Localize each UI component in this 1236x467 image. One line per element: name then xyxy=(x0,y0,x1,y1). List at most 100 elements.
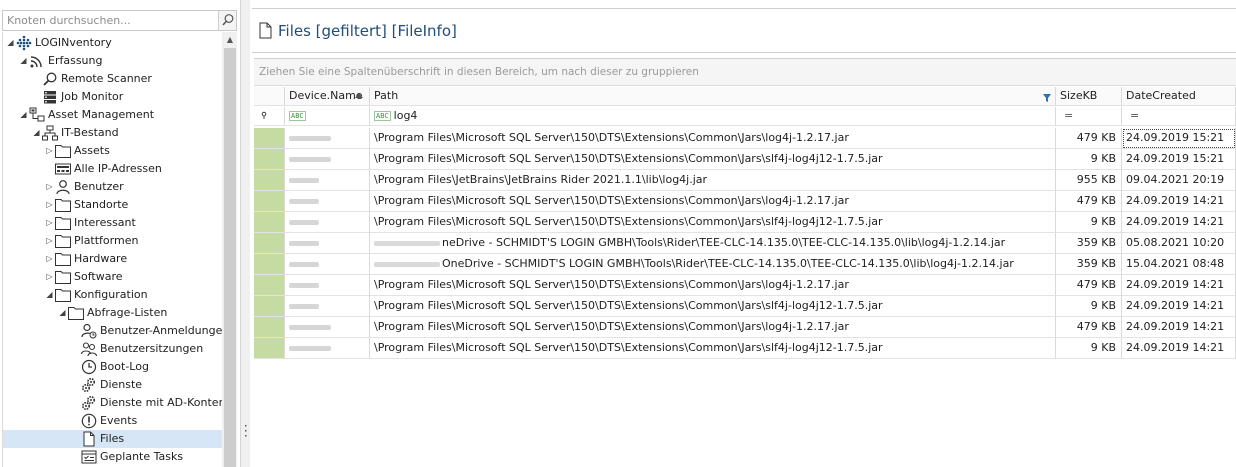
size-cell[interactable]: 9 KB xyxy=(1056,338,1122,359)
tree-node-konfiguration[interactable]: ◢ Konfiguration xyxy=(3,286,222,304)
device-name-cell-redacted[interactable] xyxy=(285,275,370,296)
tree-node-dienste[interactable]: Dienste xyxy=(3,376,222,394)
date-created-cell[interactable]: 09.04.2021 20:19 xyxy=(1122,170,1236,191)
tree-node-boot-log[interactable]: Boot-Log xyxy=(3,358,222,376)
table-row[interactable]: neDrive - SCHMIDT'S LOGIN GMBH\Tools\Rid… xyxy=(254,233,1236,254)
collapsed-arrow-icon[interactable]: ▷ xyxy=(45,250,54,268)
column-header-path[interactable]: Path xyxy=(370,87,1056,106)
date-created-cell[interactable]: 24.09.2019 14:21 xyxy=(1122,338,1236,359)
tree-node-files[interactable]: Files xyxy=(3,430,222,448)
path-cell[interactable]: neDrive - SCHMIDT'S LOGIN GMBH\Tools\Rid… xyxy=(370,233,1056,254)
tree-node-hardware[interactable]: ▷ Hardware xyxy=(3,250,222,268)
path-cell[interactable]: \Program Files\Microsoft SQL Server\150\… xyxy=(370,191,1056,212)
collapsed-arrow-icon[interactable]: ▷ xyxy=(45,268,54,286)
path-cell[interactable]: OneDrive - SCHMIDT'S LOGIN GMBH\Tools\Ri… xyxy=(370,254,1056,275)
path-cell[interactable]: \Program Files\JetBrains\JetBrains Rider… xyxy=(370,170,1056,191)
table-row[interactable]: \Program Files\Microsoft SQL Server\150\… xyxy=(254,275,1236,296)
filter-cell-date[interactable]: = xyxy=(1122,107,1236,126)
tree-node-asset-management[interactable]: ◢ Asset Management xyxy=(3,106,222,124)
expanded-arrow-icon[interactable]: ◢ xyxy=(58,304,67,322)
tree-node-interessant[interactable]: ▷ Interessant xyxy=(3,214,222,232)
size-cell[interactable]: 479 KB xyxy=(1056,275,1122,296)
table-row[interactable]: \Program Files\JetBrains\JetBrains Rider… xyxy=(254,170,1236,191)
path-cell[interactable]: \Program Files\Microsoft SQL Server\150\… xyxy=(370,338,1056,359)
filter-cell-device[interactable]: ABC xyxy=(285,107,370,126)
collapsed-arrow-icon[interactable]: ▷ xyxy=(45,142,54,160)
date-created-cell[interactable]: 15.04.2021 08:48 xyxy=(1122,254,1236,275)
date-created-cell[interactable]: 24.09.2019 15:21 xyxy=(1122,149,1236,170)
date-created-cell[interactable]: 24.09.2019 14:21 xyxy=(1122,191,1236,212)
tree-node-software[interactable]: ▷ Software xyxy=(3,268,222,286)
collapsed-arrow-icon[interactable]: ▷ xyxy=(45,232,54,250)
scroll-up-icon[interactable]: ▲ xyxy=(222,34,237,46)
device-name-cell-redacted[interactable] xyxy=(285,338,370,359)
table-row[interactable]: \Program Files\Microsoft SQL Server\150\… xyxy=(254,191,1236,212)
size-cell[interactable]: 359 KB xyxy=(1056,233,1122,254)
column-header-date[interactable]: DateCreated xyxy=(1122,87,1236,106)
table-row[interactable]: \Program Files\Microsoft SQL Server\150\… xyxy=(254,338,1236,359)
table-row[interactable]: \Program Files\Microsoft SQL Server\150\… xyxy=(254,149,1236,170)
column-header-size[interactable]: SizeKB xyxy=(1056,87,1122,106)
pane-splitter[interactable] xyxy=(240,0,250,467)
tree-node-benutzer-anmeldungen[interactable]: Benutzer-Anmeldungen xyxy=(3,322,229,340)
tree-node-benutzersitzungen[interactable]: Benutzersitzungen xyxy=(3,340,222,358)
expanded-arrow-icon[interactable]: ◢ xyxy=(32,124,41,142)
filter-cell-size[interactable]: = xyxy=(1056,107,1122,126)
device-name-cell-redacted[interactable] xyxy=(285,212,370,233)
tree-node-it-bestand[interactable]: ◢ IT-Bestand xyxy=(3,124,222,142)
device-name-cell-redacted[interactable] xyxy=(285,149,370,170)
expanded-arrow-icon[interactable]: ◢ xyxy=(6,34,15,52)
tree-node-standorte[interactable]: ▷ Standorte xyxy=(3,196,222,214)
size-cell[interactable]: 955 KB xyxy=(1056,170,1122,191)
date-created-cell[interactable]: 24.09.2019 14:21 xyxy=(1122,296,1236,317)
tree-node-loginventory[interactable]: ◢ LOGINventory xyxy=(3,34,222,52)
date-created-cell[interactable]: 24.09.2019 14:21 xyxy=(1122,317,1236,338)
device-name-cell-redacted[interactable] xyxy=(285,296,370,317)
path-cell[interactable]: \Program Files\Microsoft SQL Server\150\… xyxy=(370,212,1056,233)
tree-node-plattformen[interactable]: ▷ Plattformen xyxy=(3,232,222,250)
filter-cell-path[interactable]: ABC log4 xyxy=(370,107,1056,126)
tree-node-abfrage-listen[interactable]: ◢ Abfrage-Listen xyxy=(3,304,222,322)
table-row[interactable]: \Program Files\Microsoft SQL Server\150\… xyxy=(254,296,1236,317)
path-cell[interactable]: \Program Files\Microsoft SQL Server\150\… xyxy=(370,296,1056,317)
path-cell[interactable]: \Program Files\Microsoft SQL Server\150\… xyxy=(370,317,1056,338)
tree-node-assets[interactable]: ▷ Assets xyxy=(3,142,222,160)
tree-node-benutzer[interactable]: ▷ Benutzer xyxy=(3,178,222,196)
date-created-cell[interactable]: 24.09.2019 14:21 xyxy=(1122,212,1236,233)
tree-scroll-thumb[interactable] xyxy=(224,48,236,467)
column-filter-icon[interactable] xyxy=(1043,90,1051,102)
expanded-arrow-icon[interactable]: ◢ xyxy=(19,106,28,124)
date-created-cell[interactable]: 24.09.2019 15:21 xyxy=(1122,128,1236,149)
date-created-cell[interactable]: 24.09.2019 14:21 xyxy=(1122,275,1236,296)
tree-node-job-monitor[interactable]: Job Monitor xyxy=(3,88,222,106)
tree-node-dienste-mit-ad-konten[interactable]: Dienste mit AD-Konten xyxy=(3,394,226,412)
tree-scrollbar[interactable]: ▲ xyxy=(222,32,237,467)
table-row[interactable]: OneDrive - SCHMIDT'S LOGIN GMBH\Tools\Ri… xyxy=(254,254,1236,275)
collapsed-arrow-icon[interactable]: ▷ xyxy=(45,196,54,214)
path-cell[interactable]: \Program Files\Microsoft SQL Server\150\… xyxy=(370,128,1056,149)
size-cell[interactable]: 479 KB xyxy=(1056,317,1122,338)
table-row[interactable]: \Program Files\Microsoft SQL Server\150\… xyxy=(254,128,1236,149)
collapsed-arrow-icon[interactable]: ▷ xyxy=(45,178,54,196)
size-cell[interactable]: 479 KB xyxy=(1056,191,1122,212)
device-name-cell-redacted[interactable] xyxy=(285,170,370,191)
size-cell[interactable]: 359 KB xyxy=(1056,254,1122,275)
tree-node-remote-scanner[interactable]: Remote Scanner xyxy=(3,70,222,88)
size-cell[interactable]: 9 KB xyxy=(1056,149,1122,170)
tree-node-erfassung[interactable]: ◢ Erfassung xyxy=(3,52,222,70)
group-by-panel[interactable]: Ziehen Sie eine Spaltenüberschrift in di… xyxy=(254,58,1236,86)
table-row[interactable]: \Program Files\Microsoft SQL Server\150\… xyxy=(254,317,1236,338)
device-name-cell-redacted[interactable] xyxy=(285,254,370,275)
expanded-arrow-icon[interactable]: ◢ xyxy=(19,52,28,70)
tree-search-button[interactable] xyxy=(218,11,236,30)
date-created-cell[interactable]: 05.08.2021 10:20 xyxy=(1122,233,1236,254)
collapsed-arrow-icon[interactable]: ▷ xyxy=(45,214,54,232)
device-name-cell-redacted[interactable] xyxy=(285,191,370,212)
column-header-device[interactable]: Device.Name xyxy=(285,87,370,106)
tree-node-geplante-tasks[interactable]: Geplante Tasks xyxy=(3,448,222,466)
expanded-arrow-icon[interactable]: ◢ xyxy=(45,286,54,304)
path-cell[interactable]: \Program Files\Microsoft SQL Server\150\… xyxy=(370,275,1056,296)
path-cell[interactable]: \Program Files\Microsoft SQL Server\150\… xyxy=(370,149,1056,170)
tree-search-input[interactable] xyxy=(3,11,217,30)
tree-node-events[interactable]: Events xyxy=(3,412,222,430)
